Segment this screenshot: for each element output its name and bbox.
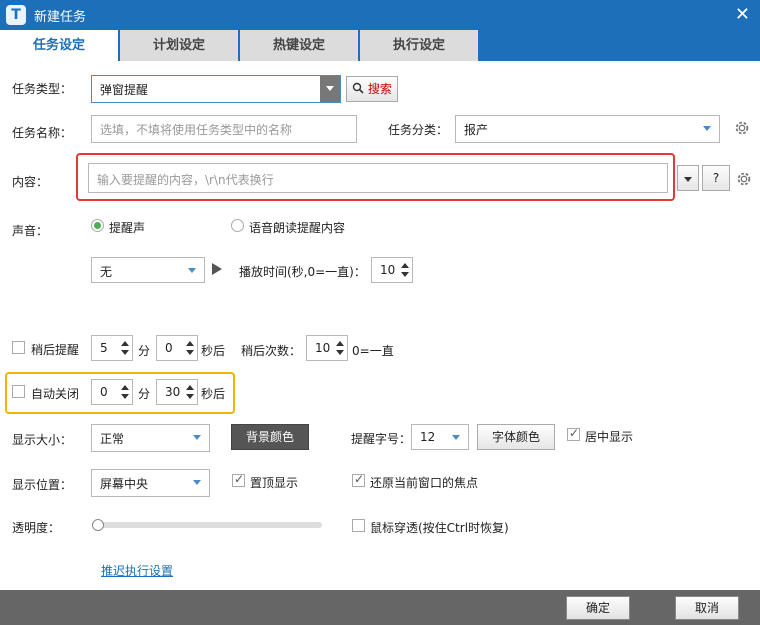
display-position-value: 屏幕中央: [100, 477, 149, 491]
search-button[interactable]: 搜索: [346, 76, 398, 102]
delay-settings-link[interactable]: 推迟执行设置: [101, 562, 173, 579]
font-size-label: 提醒字号：: [351, 432, 412, 446]
sound-beep-radio[interactable]: [91, 219, 104, 232]
sound-select[interactable]: 无: [91, 257, 205, 283]
task-name-label: 任务名称：: [12, 126, 73, 140]
chevron-down-icon[interactable]: [320, 76, 340, 102]
snooze-seconds-stepper[interactable]: 0: [156, 335, 198, 361]
ok-button[interactable]: 确定: [566, 596, 630, 620]
content-dropdown-button[interactable]: [677, 165, 699, 191]
display-position-select[interactable]: 屏幕中央: [91, 469, 210, 497]
restore-focus-checkbox[interactable]: [352, 472, 365, 487]
chevron-down-icon: [188, 268, 196, 273]
spin-up-icon[interactable]: [186, 341, 194, 346]
task-category-value: 报产: [464, 123, 489, 137]
chevron-down-icon: [452, 435, 460, 440]
spin-down-icon[interactable]: [186, 350, 194, 355]
content-label: 内容：: [12, 175, 49, 189]
sound-tts-label: 语音朗读提醒内容: [249, 221, 346, 235]
snooze-label: 稍后提醒: [31, 343, 80, 357]
play-time-label: 播放时间(秒,0=一直)：: [239, 265, 366, 279]
cancel-button[interactable]: 取消: [675, 596, 739, 620]
content-help-button[interactable]: ?: [702, 165, 730, 191]
title-bar: T 新建任务 ✕: [0, 0, 760, 30]
task-type-select[interactable]: 弹窗提醒: [91, 75, 341, 103]
auto-close-highlight-box: [5, 372, 235, 414]
background-color-button[interactable]: 背景颜色: [231, 424, 309, 450]
always-on-top-label: 置顶显示: [250, 476, 299, 490]
spin-up-icon[interactable]: [401, 263, 409, 268]
opacity-slider-track[interactable]: [92, 522, 322, 528]
snooze-count-stepper[interactable]: 10: [306, 335, 348, 361]
spin-up-icon[interactable]: [336, 341, 344, 346]
chevron-down-icon: [703, 126, 711, 131]
spin-down-icon[interactable]: [401, 272, 409, 277]
spin-down-icon[interactable]: [336, 350, 344, 355]
snooze-minutes-stepper[interactable]: 5: [91, 335, 133, 361]
font-size-value: 12: [420, 430, 436, 444]
tab-schedule-settings[interactable]: 计划设定: [120, 30, 238, 61]
close-icon[interactable]: ✕: [735, 4, 750, 25]
task-category-label: 任务分类：: [388, 123, 449, 137]
play-time-value: 10: [380, 263, 396, 277]
mouse-through-label: 鼠标穿透(按住Ctrl时恢复): [370, 521, 509, 535]
snooze-count-value: 10: [315, 341, 331, 355]
tab-hotkey-settings[interactable]: 热键设定: [240, 30, 358, 61]
task-category-select[interactable]: 报产: [455, 115, 720, 143]
task-type-value: 弹窗提醒: [100, 83, 149, 97]
opacity-label: 透明度：: [12, 521, 61, 535]
center-display-label: 居中显示: [585, 430, 634, 444]
display-size-label: 显示大小：: [12, 433, 73, 447]
tab-task-settings[interactable]: 任务设定: [0, 30, 118, 61]
sound-beep-label: 提醒声: [109, 221, 146, 235]
snooze-count-hint: 0=一直: [352, 344, 394, 358]
content-highlight-box: [76, 153, 675, 201]
sound-value: 无: [100, 265, 113, 279]
mouse-through-checkbox[interactable]: [352, 519, 365, 532]
task-type-label: 任务类型：: [12, 82, 73, 96]
app-logo-icon: T: [6, 5, 26, 25]
spin-down-icon[interactable]: [121, 350, 129, 355]
search-icon: [352, 82, 364, 94]
sound-tts-radio[interactable]: [231, 219, 244, 232]
snooze-seconds-unit: 秒后: [201, 344, 226, 358]
chevron-down-icon: [193, 480, 201, 485]
new-task-window: T 新建任务 ✕ 任务设定 计划设定 热键设定 执行设定 任务类型： 弹窗提醒 …: [0, 0, 760, 625]
snooze-seconds-value: 0: [165, 341, 173, 355]
snooze-checkbox[interactable]: [12, 341, 25, 354]
opacity-slider-handle[interactable]: [92, 519, 104, 531]
search-button-label: 搜索: [367, 82, 392, 96]
sound-label: 声音：: [12, 224, 49, 238]
footer-bar: 确定 取消: [0, 590, 760, 625]
task-name-placeholder: 选填，不填将使用任务类型中的名称: [100, 123, 293, 137]
snooze-minutes-unit: 分: [138, 344, 151, 358]
font-size-select[interactable]: 12: [411, 424, 469, 450]
always-on-top-checkbox[interactable]: [232, 472, 245, 487]
restore-focus-label: 还原当前窗口的焦点: [370, 476, 479, 490]
task-name-input[interactable]: 选填，不填将使用任务类型中的名称: [91, 115, 357, 143]
play-time-stepper[interactable]: 10: [371, 257, 413, 283]
tab-bar: 任务设定 计划设定 热键设定 执行设定: [0, 30, 760, 61]
snooze-count-label: 稍后次数：: [241, 344, 302, 358]
display-size-select[interactable]: 正常: [91, 424, 210, 452]
chevron-down-icon: [193, 435, 201, 440]
category-gear-icon[interactable]: [733, 119, 751, 137]
chevron-down-icon: [684, 177, 692, 182]
snooze-minutes-value: 5: [100, 341, 108, 355]
font-color-button[interactable]: 字体颜色: [477, 424, 555, 450]
tab-execution-settings[interactable]: 执行设定: [360, 30, 478, 61]
display-position-label: 显示位置：: [12, 478, 73, 492]
content-gear-icon[interactable]: [735, 170, 753, 188]
display-size-value: 正常: [100, 432, 125, 446]
center-display-checkbox[interactable]: [567, 426, 580, 441]
spin-up-icon[interactable]: [121, 341, 129, 346]
play-icon[interactable]: [212, 263, 222, 275]
window-title: 新建任务: [34, 10, 87, 25]
